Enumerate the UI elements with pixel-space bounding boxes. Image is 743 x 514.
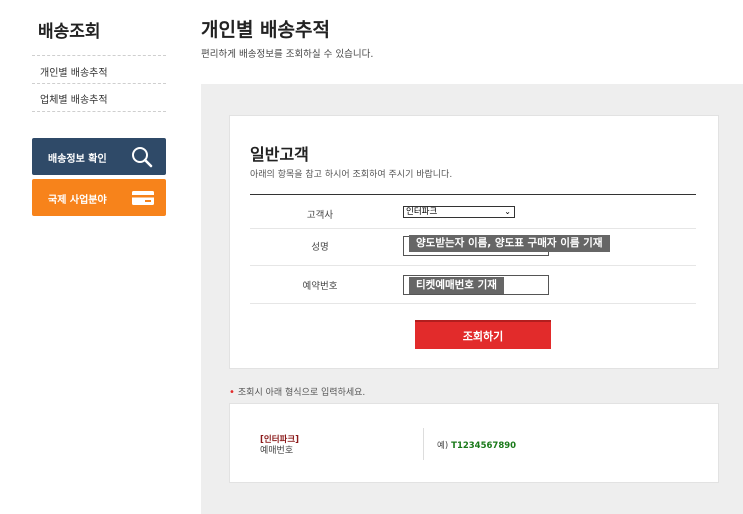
example-code: T1234567890	[451, 441, 517, 451]
customer-select[interactable]: 인터파크 ⌄	[403, 206, 515, 218]
delivery-info-button[interactable]: 배송정보 확인	[32, 138, 166, 175]
format-example-box: [인터파크] 예매번호 예) T1234567890	[229, 403, 719, 483]
sidebar-item-company-tracking[interactable]: 업체별 배송추적	[40, 91, 108, 106]
customer-select-value: 인터파크	[406, 207, 438, 217]
divider	[423, 428, 424, 460]
form-title: 일반고객	[250, 145, 309, 164]
row-divider	[250, 265, 696, 266]
row-divider	[250, 303, 696, 304]
chevron-down-icon: ⌄	[504, 207, 511, 216]
lookup-form-card: 일반고객 아래의 항목을 참고 하시어 조회하여 주시기 바랍니다. 고객사 인…	[229, 115, 719, 369]
row-divider	[250, 228, 696, 229]
sidebar-title: 배송조회	[38, 22, 101, 42]
card-icon	[132, 191, 154, 208]
format-note-text: 조회시 아래 형식으로 입력하세요.	[237, 388, 366, 398]
customer-label: 고객사	[306, 210, 334, 221]
search-submit-button[interactable]: 조회하기	[415, 320, 551, 349]
format-note: • 조회시 아래 형식으로 입력하세요.	[229, 385, 365, 398]
divider	[32, 55, 166, 56]
example-field-name: 예매번호	[260, 446, 294, 456]
content-panel: 일반고객 아래의 항목을 참고 하시어 조회하여 주시기 바랍니다. 고객사 인…	[201, 84, 743, 514]
sidebar-item-personal-tracking[interactable]: 개인별 배송추적	[40, 64, 108, 79]
page-subtitle: 편리하게 배송정보를 조회하실 수 있습니다.	[201, 49, 374, 60]
search-icon	[130, 145, 154, 172]
example-value: 예) T1234567890	[437, 439, 516, 451]
name-input-hint: 양도받는자 이름, 양도표 구매자 이름 기재	[409, 235, 610, 252]
delivery-info-label: 배송정보 확인	[48, 154, 107, 165]
page-title: 개인별 배송추적	[201, 19, 330, 41]
form-description: 아래의 항목을 참고 하시어 조회하여 주시기 바랍니다.	[250, 170, 453, 180]
bullet-dot: •	[229, 387, 235, 398]
example-prefix: 예)	[437, 441, 449, 451]
international-business-label: 국제 사업분야	[48, 195, 107, 206]
divider	[32, 83, 166, 84]
reservation-input-hint: 티켓예매번호 기재	[409, 277, 504, 294]
divider	[32, 111, 166, 112]
name-label: 성명	[311, 242, 329, 253]
international-business-button[interactable]: 국제 사업분야	[32, 179, 166, 216]
form-top-border	[250, 194, 696, 195]
reservation-label: 예약번호	[302, 281, 338, 292]
